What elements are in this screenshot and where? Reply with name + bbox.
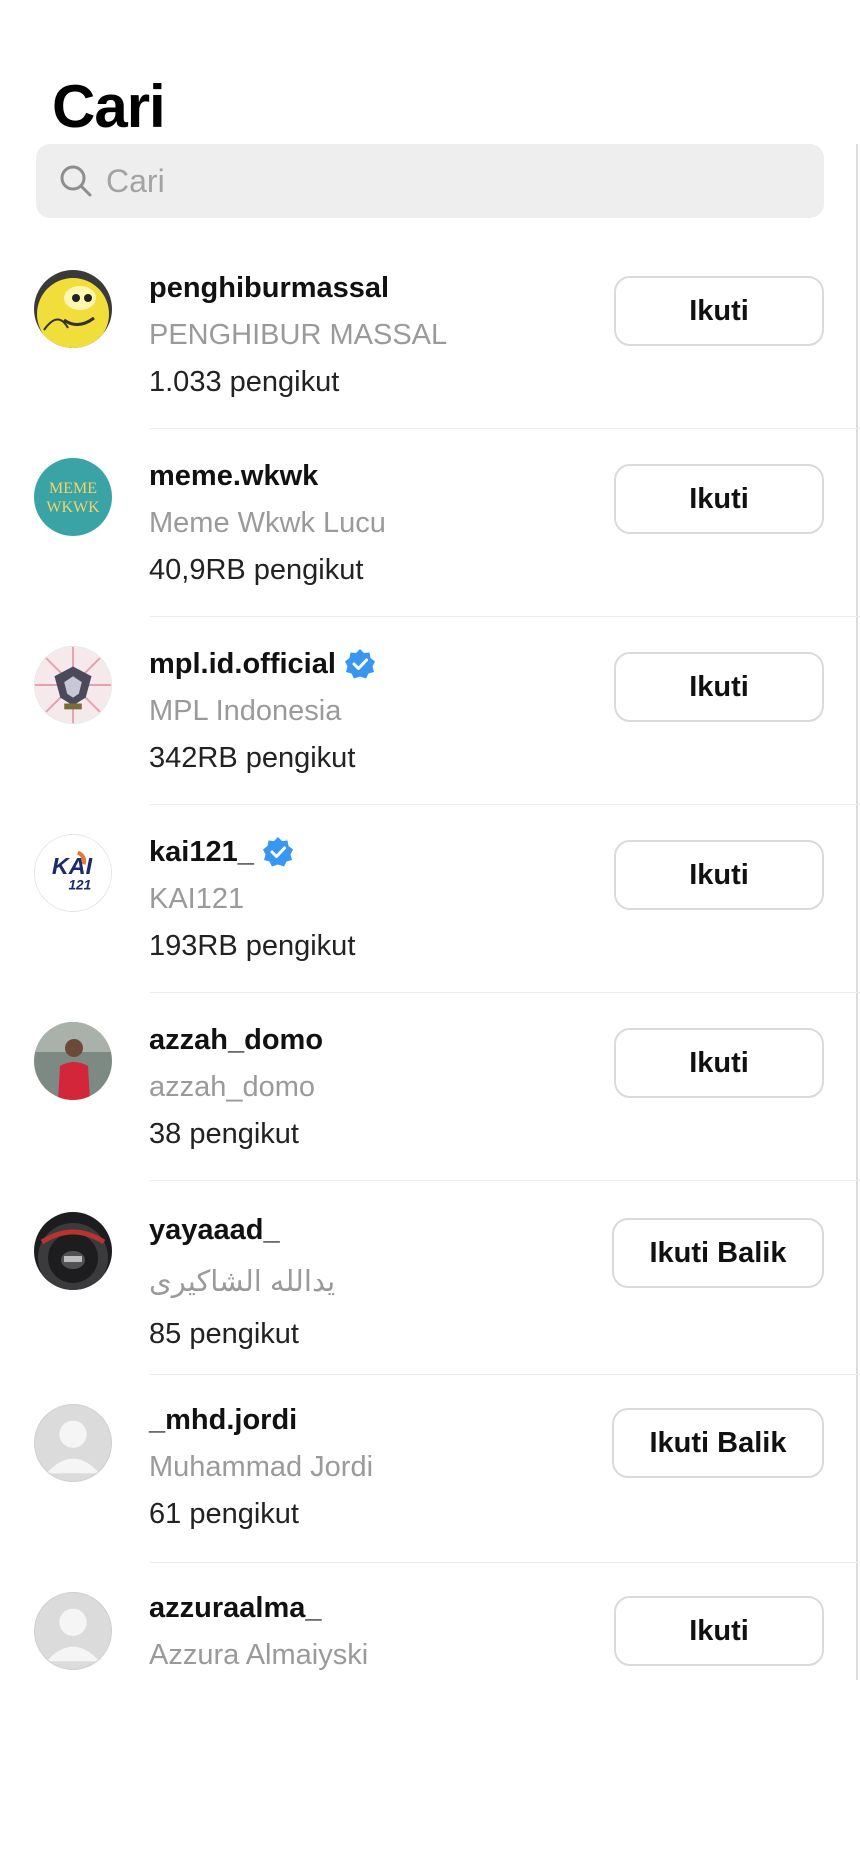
display-name: KAI121 <box>149 883 245 915</box>
avatar-text: MEME <box>49 480 97 497</box>
username[interactable]: yayaaad_ <box>149 1212 335 1248</box>
display-name: يدالله الشاكيرى <box>149 1266 336 1298</box>
follower-count: 38 pengikut <box>149 1118 299 1150</box>
follower-count: 342RB pengikut <box>149 742 356 774</box>
display-name: MPL Indonesia <box>149 695 342 727</box>
divider <box>150 1374 860 1375</box>
username[interactable]: penghiburmassal <box>149 270 447 306</box>
mpl-logo-avatar[interactable] <box>34 646 112 724</box>
follower-count: 61 pengikut <box>149 1498 299 1530</box>
follower-count: 85 pengikut <box>149 1318 299 1350</box>
username[interactable]: meme.wkwk <box>149 458 386 494</box>
display-name: Azzura Almaiyski <box>149 1639 369 1671</box>
follow-button[interactable]: Ikuti <box>614 652 824 722</box>
avatar-text: KAI <box>52 853 93 879</box>
verified-badge-icon <box>344 649 375 679</box>
display-name: Muhammad Jordi <box>149 1451 374 1483</box>
follow-back-button[interactable]: Ikuti Balik <box>612 1218 824 1288</box>
kai-logo-avatar[interactable]: KAI 121 <box>34 834 112 912</box>
follower-count: 1.033 pengikut <box>149 366 340 398</box>
username[interactable]: azzuraalma_ <box>149 1590 368 1626</box>
follow-button[interactable]: Ikuti <box>614 840 824 910</box>
follow-button[interactable]: Ikuti <box>614 1596 824 1666</box>
display-name: Meme Wkwk Lucu <box>149 507 386 539</box>
meme-logo-avatar[interactable]: MEME WKWK <box>34 458 112 536</box>
display-name: PENGHIBUR MASSAL <box>149 319 448 351</box>
username[interactable]: mpl.id.official <box>149 648 336 681</box>
avatar-text: WKWK <box>46 499 100 516</box>
divider <box>150 1562 860 1563</box>
photo-avatar[interactable] <box>34 1022 112 1100</box>
search-icon <box>60 165 92 197</box>
search-input[interactable]: Cari <box>106 163 165 200</box>
follower-count: 193RB pengikut <box>149 930 356 962</box>
divider <box>150 616 860 617</box>
scrollbar <box>856 144 858 1680</box>
username[interactable]: azzah_domo <box>149 1022 323 1058</box>
steering-wheel-avatar[interactable] <box>34 1212 112 1290</box>
divider <box>150 992 860 993</box>
default-avatar-icon[interactable] <box>34 1592 112 1670</box>
username[interactable]: kai121_ <box>149 836 254 869</box>
follow-back-button[interactable]: Ikuti Balik <box>612 1408 824 1478</box>
follower-count: 40,9RB pengikut <box>149 554 364 586</box>
divider <box>150 1180 860 1181</box>
verified-badge-icon <box>262 837 293 867</box>
search-bar[interactable]: Cari <box>36 144 824 218</box>
follow-button[interactable]: Ikuti <box>614 276 824 346</box>
follow-button[interactable]: Ikuti <box>614 1028 824 1098</box>
divider <box>150 428 860 429</box>
follow-button[interactable]: Ikuti <box>614 464 824 534</box>
display-name: azzah_domo <box>149 1071 316 1103</box>
default-avatar-icon[interactable] <box>34 1404 112 1482</box>
divider <box>150 804 860 805</box>
cartoon-avatar[interactable] <box>34 270 112 348</box>
page-title: Cari <box>52 73 166 140</box>
username[interactable]: _mhd.jordi <box>149 1402 373 1438</box>
avatar-text: 121 <box>68 878 91 893</box>
